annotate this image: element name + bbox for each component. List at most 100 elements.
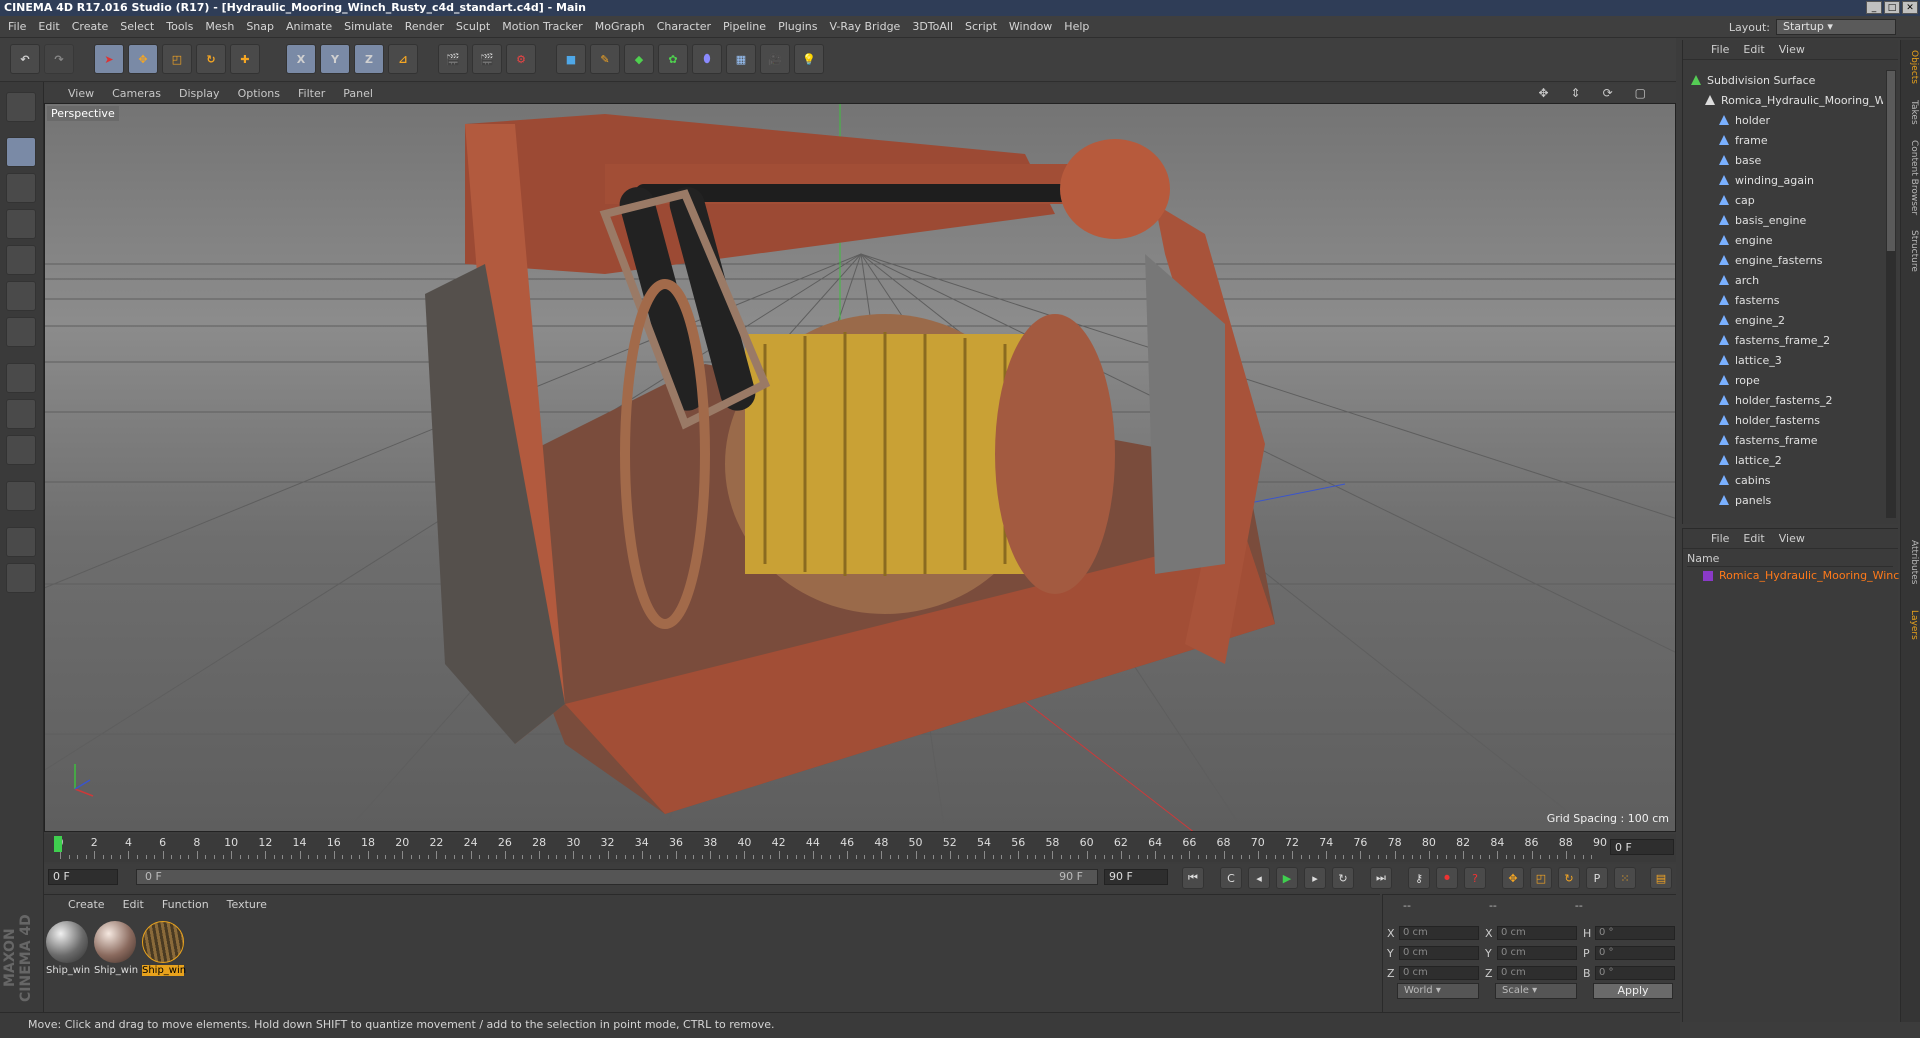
object-tree-row[interactable]: fasterns [1683, 290, 1883, 310]
vp-menu-view[interactable]: View [68, 87, 94, 100]
render-settings-button[interactable]: ⚙ [506, 44, 536, 74]
mat-menu-function[interactable]: Function [162, 898, 209, 911]
render-view-button[interactable]: 🎬 [438, 44, 468, 74]
object-scrollbar[interactable] [1886, 70, 1896, 518]
rotate-tool-button[interactable]: ↻ [196, 44, 226, 74]
pan-icon[interactable]: ✥ [1538, 86, 1548, 100]
object-tree-row[interactable]: cap [1683, 190, 1883, 210]
playhead-marker[interactable] [54, 836, 62, 852]
key-scale-button[interactable]: ◰ [1530, 867, 1552, 889]
go-to-start-button[interactable]: ⏮ [1182, 867, 1204, 889]
next-frame-button[interactable]: ▸ [1304, 867, 1326, 889]
end-frame-field[interactable]: 90 F [1104, 869, 1168, 885]
object-tree-row[interactable]: holder_fasterns_2 [1683, 390, 1883, 410]
menu-mograph[interactable]: MoGraph [595, 20, 645, 33]
menu-3dtoall[interactable]: 3DToAll [912, 20, 953, 33]
rotation-p-field[interactable]: 0 ° [1595, 946, 1675, 960]
layer-item[interactable]: Romica_Hydraulic_Mooring_Winch [1703, 569, 1906, 582]
y-axis-button[interactable]: Y [320, 44, 350, 74]
menu-render[interactable]: Render [405, 20, 444, 33]
obj-menu-edit[interactable]: Edit [1743, 43, 1764, 56]
menu-edit[interactable]: Edit [38, 20, 59, 33]
scale-tool-button[interactable]: ◰ [162, 44, 192, 74]
object-tree-row[interactable]: Romica_Hydraulic_Mooring_Winch [1683, 90, 1883, 110]
layer-menu-edit[interactable]: Edit [1743, 532, 1764, 545]
render-picture-viewer-button[interactable]: 🎬 [472, 44, 502, 74]
mat-menu-edit[interactable]: Edit [123, 898, 144, 911]
menu-script[interactable]: Script [965, 20, 997, 33]
menu-help[interactable]: Help [1064, 20, 1089, 33]
record-keys-button[interactable]: ⚷ [1408, 867, 1430, 889]
obj-menu-file[interactable]: File [1711, 43, 1729, 56]
object-tree-row[interactable]: holder_fasterns [1683, 410, 1883, 430]
maximize-icon[interactable]: □ [1884, 1, 1900, 14]
key-pla-button[interactable]: ⁙ [1614, 867, 1636, 889]
mat-menu-texture[interactable]: Texture [227, 898, 267, 911]
menu-sculpt[interactable]: Sculpt [456, 20, 490, 33]
object-tree-row[interactable]: Subdivision Surface [1683, 70, 1883, 90]
previous-frame-button[interactable]: ◂ [1248, 867, 1270, 889]
play-button[interactable]: ▶ [1276, 867, 1298, 889]
autokey-button[interactable]: ⏺ [1436, 867, 1458, 889]
timeline-window-button[interactable]: ▤ [1650, 867, 1672, 889]
menu-pipeline[interactable]: Pipeline [723, 20, 766, 33]
add-deformer-button[interactable]: ⬮ [692, 44, 722, 74]
mat-menu-create[interactable]: Create [68, 898, 105, 911]
undo-button[interactable]: ↶ [10, 44, 40, 74]
toggle-view-icon[interactable]: ▢ [1635, 86, 1646, 100]
layer-menu-file[interactable]: File [1711, 532, 1729, 545]
polygons-mode-button[interactable] [6, 317, 36, 347]
timeline-ruler[interactable]: 0246810121416182022242628303234363840424… [44, 834, 1676, 862]
add-camera-button[interactable]: 🎥 [760, 44, 790, 74]
layer-menu-view[interactable]: View [1779, 532, 1805, 545]
object-tree-row[interactable]: engine_fasterns [1683, 250, 1883, 270]
menu-window[interactable]: Window [1009, 20, 1052, 33]
object-tree-row[interactable]: engine_2 [1683, 310, 1883, 330]
recent-tool-button[interactable]: ✚ [230, 44, 260, 74]
position-y-field[interactable]: 0 cm [1399, 946, 1479, 960]
scrollbar-thumb[interactable] [1887, 71, 1895, 251]
object-tree-row[interactable]: arch [1683, 270, 1883, 290]
material-swatch-3[interactable]: Ship_win [142, 921, 186, 976]
start-frame-field[interactable]: 0 F [48, 869, 118, 885]
make-editable-button[interactable] [6, 92, 36, 122]
add-spline-button[interactable]: ✎ [590, 44, 620, 74]
axis-mode-button[interactable] [6, 363, 36, 393]
coordinate-system-button[interactable]: ⊿ [388, 44, 418, 74]
object-tree-row[interactable]: basis_engine [1683, 210, 1883, 230]
material-swatch-2[interactable]: Ship_win [94, 921, 138, 976]
object-tree-row[interactable]: frame [1683, 130, 1883, 150]
camera-label[interactable]: Perspective [47, 106, 119, 121]
vp-menu-filter[interactable]: Filter [298, 87, 325, 100]
add-cube-button[interactable]: ■ [556, 44, 586, 74]
workplane-mode-button[interactable] [6, 209, 36, 239]
object-tree-row[interactable]: cabins [1683, 470, 1883, 490]
object-tree-row[interactable]: fasterns_frame_2 [1683, 330, 1883, 350]
tab-takes[interactable]: Takes [1903, 100, 1919, 125]
key-position-button[interactable]: ✥ [1502, 867, 1524, 889]
tab-layers[interactable]: Layers [1903, 610, 1919, 640]
menu-vray-bridge[interactable]: V-Ray Bridge [829, 20, 900, 33]
frame-range-slider[interactable]: 0 F 90 F [136, 869, 1098, 885]
object-tree-row[interactable]: winding_again [1683, 170, 1883, 190]
add-floor-button[interactable]: ▦ [726, 44, 756, 74]
menu-character[interactable]: Character [657, 20, 711, 33]
key-parameter-button[interactable]: P [1586, 867, 1608, 889]
keyframe-selection-button[interactable]: ? [1464, 867, 1486, 889]
zoom-icon[interactable]: ⇕ [1571, 86, 1581, 100]
tab-structure[interactable]: Structure [1903, 230, 1919, 272]
current-frame-field[interactable]: 0 F [1610, 839, 1674, 855]
model-mode-button[interactable] [6, 137, 36, 167]
object-tree-row[interactable]: rope [1683, 370, 1883, 390]
live-selection-button[interactable]: ➤ [94, 44, 124, 74]
vp-menu-display[interactable]: Display [179, 87, 220, 100]
menu-plugins[interactable]: Plugins [778, 20, 817, 33]
next-key-button[interactable]: ↻ [1332, 867, 1354, 889]
menu-simulate[interactable]: Simulate [344, 20, 393, 33]
object-tree-row[interactable]: engine [1683, 230, 1883, 250]
menu-snap[interactable]: Snap [246, 20, 274, 33]
rotation-b-field[interactable]: 0 ° [1595, 966, 1675, 980]
previous-key-button[interactable]: C [1220, 867, 1242, 889]
vp-menu-cameras[interactable]: Cameras [112, 87, 161, 100]
object-tree-row[interactable]: holder [1683, 110, 1883, 130]
